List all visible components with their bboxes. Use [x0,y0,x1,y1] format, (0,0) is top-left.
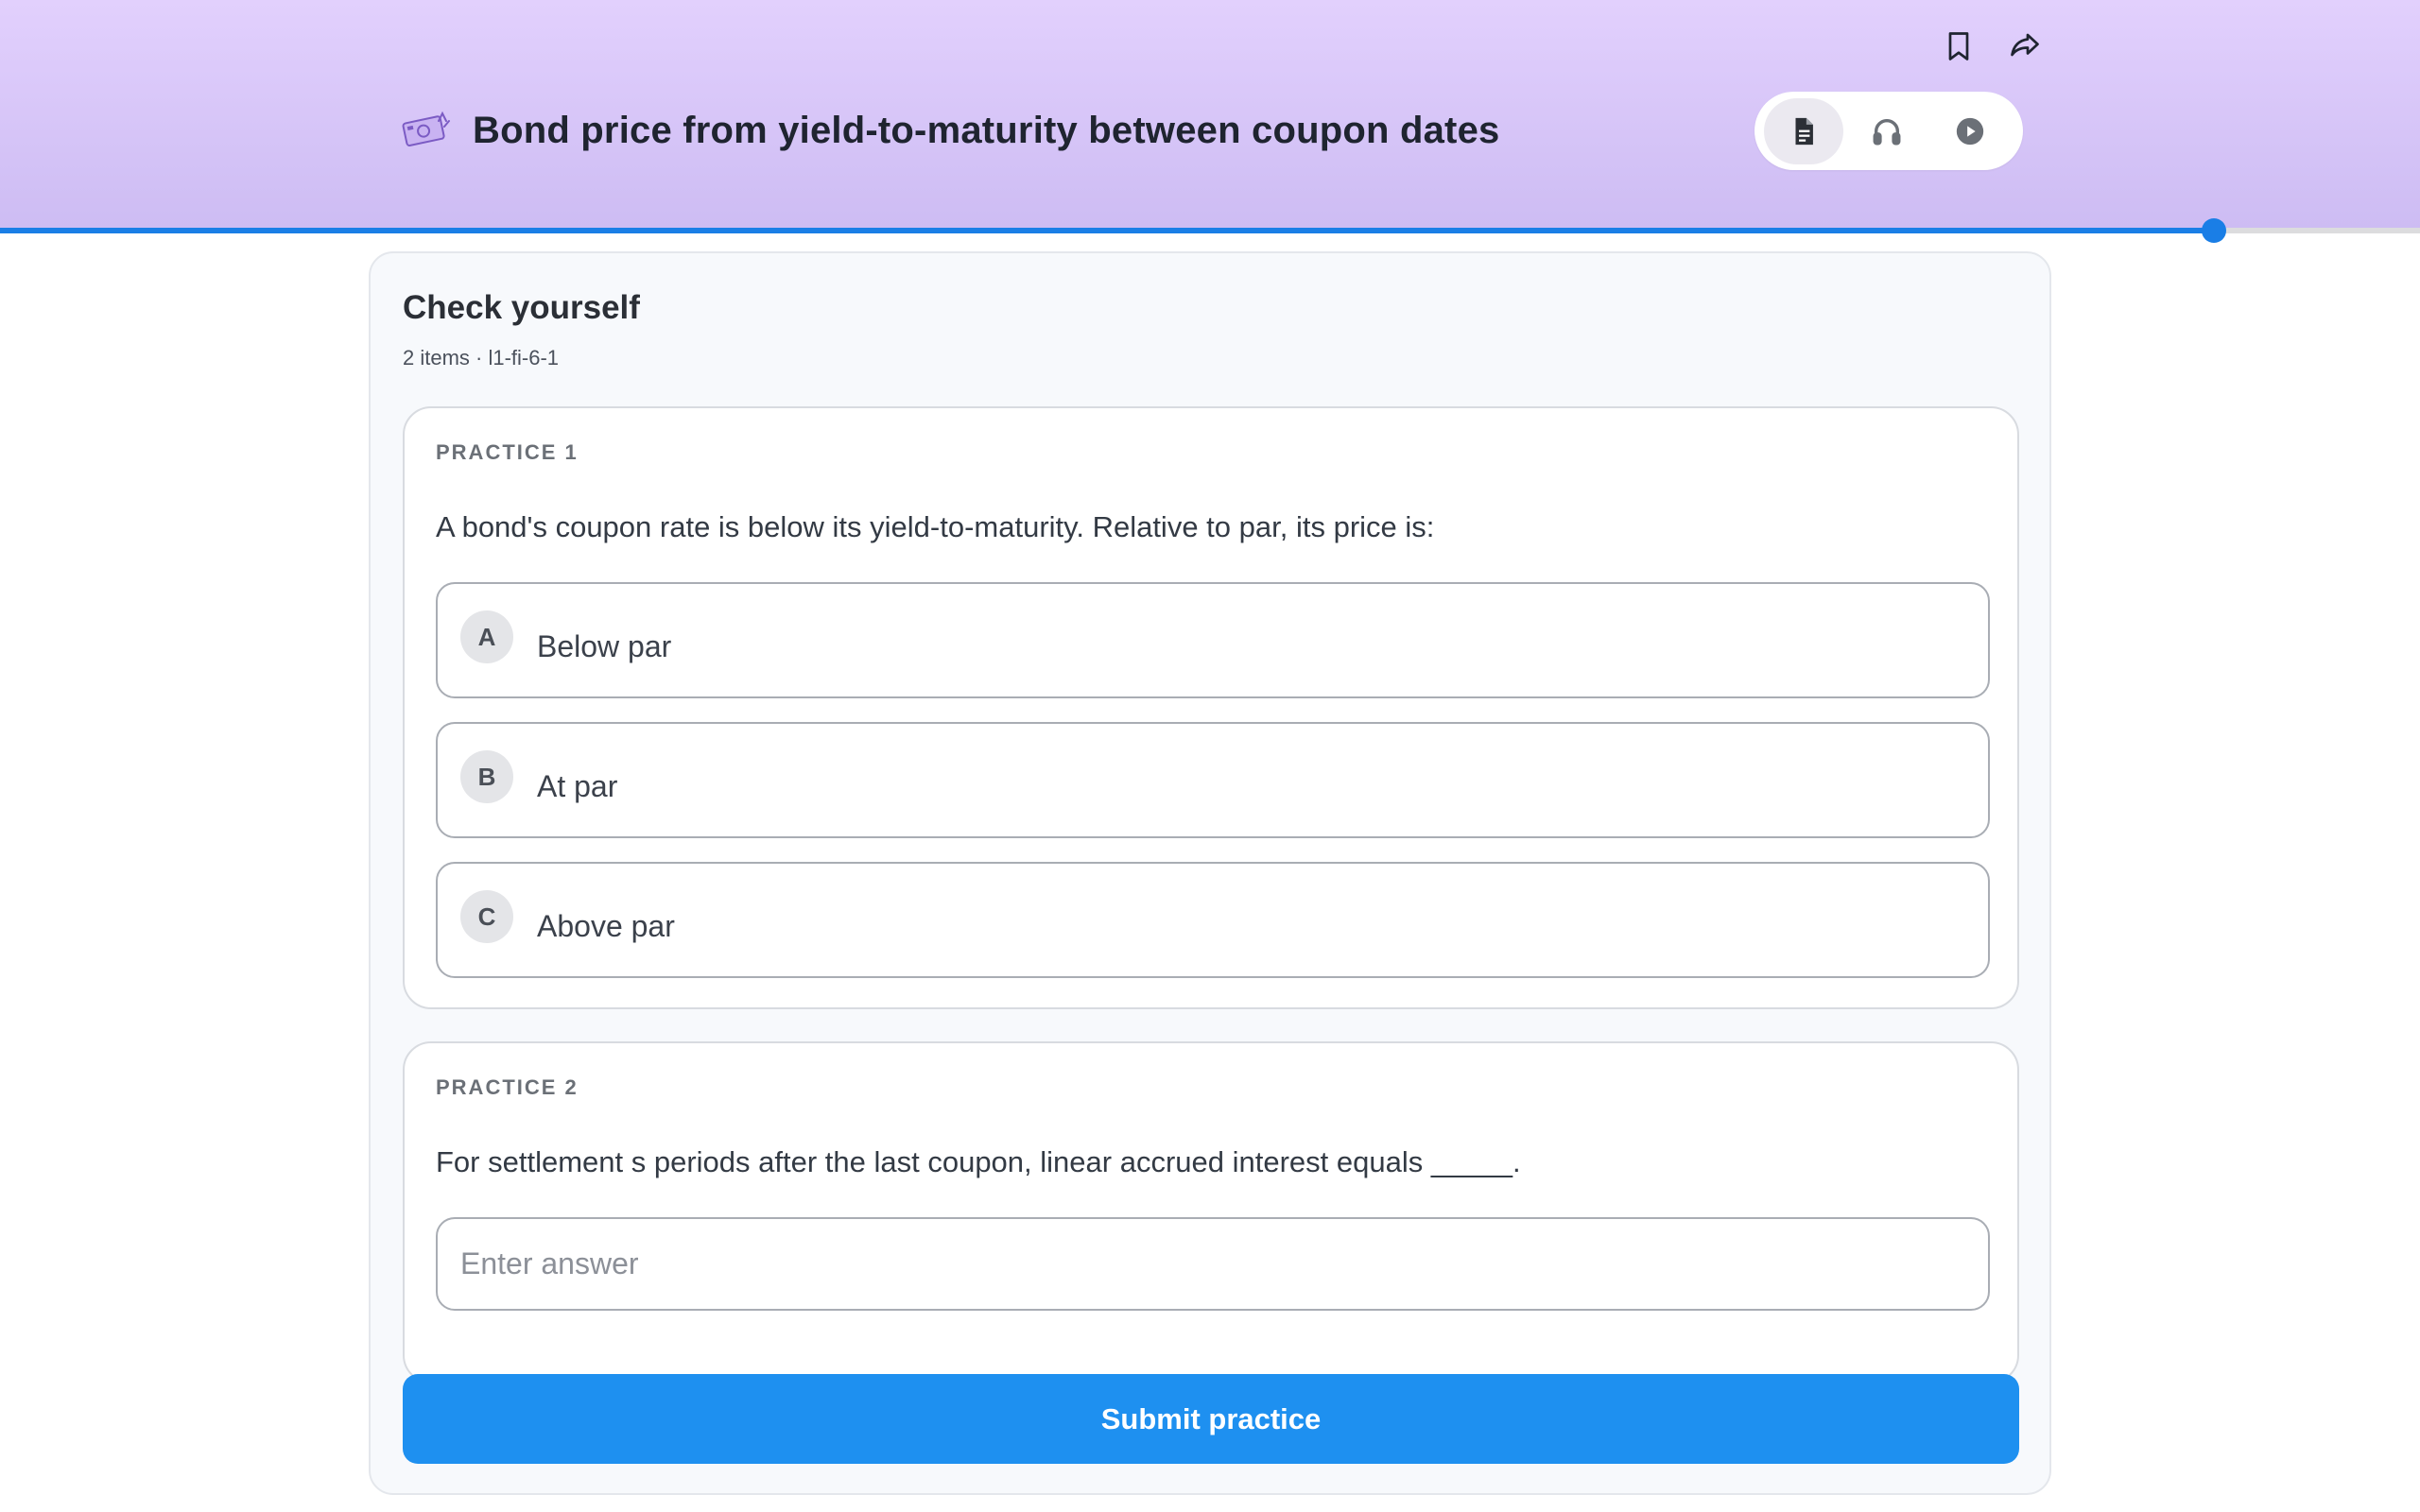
option-text: At par [537,769,618,803]
document-icon [1795,117,1813,145]
lesson-header: Bond price from yield-to-maturity betwee… [0,0,2420,229]
option-text: Below par [537,629,672,663]
play-icon [1956,117,1984,145]
listen-mode-button[interactable] [1847,98,1927,164]
bookmark-button[interactable] [1942,25,1976,68]
view-mode-switch [1754,92,2023,170]
practice-question: A bond's coupon rate is below its yield-… [436,510,1435,543]
option-letter-badge: C [460,890,513,943]
share-icon [2011,33,2039,57]
progress-fill [0,228,2215,233]
answer-option-c[interactable]: C Above par [436,862,1990,978]
read-mode-button[interactable] [1764,97,1843,164]
practice-question: For settlement s periods after the last … [436,1145,1521,1178]
headphones-icon [1873,118,1901,145]
practice-label: PRACTICE 1 [436,440,579,464]
panel-meta: 2 items · l1-fi-6-1 [403,346,560,369]
lesson-progress-bar[interactable] [0,218,2420,243]
answer-input[interactable] [436,1217,1990,1311]
option-letter-badge: A [460,610,513,663]
practice-label: PRACTICE 2 [436,1075,579,1099]
option-letter-badge: B [460,750,513,803]
answer-option-a[interactable]: A Below par [436,582,1990,698]
bookmark-icon [1948,32,1969,60]
practice-card-1: PRACTICE 1 A bond's coupon rate is below… [403,406,2019,1009]
share-button[interactable] [2008,25,2042,68]
watch-mode-button[interactable] [1930,98,2010,164]
header-actions [1942,25,2042,68]
practice-panel: Check yourself 2 items · l1-fi-6-1 PRACT… [369,251,2051,1495]
practice-card-2: PRACTICE 2 For settlement s periods afte… [403,1041,2019,1383]
option-text: Above par [537,909,675,943]
page-title: Bond price from yield-to-maturity betwee… [473,109,1500,151]
answer-option-b[interactable]: B At par [436,722,1990,838]
panel-title: Check yourself [403,289,640,326]
progress-handle[interactable] [2202,218,2227,243]
money-icon [402,111,450,146]
submit-practice-button[interactable]: Submit practice [403,1374,2019,1464]
title-row: Bond price from yield-to-maturity betwee… [401,102,1499,159]
